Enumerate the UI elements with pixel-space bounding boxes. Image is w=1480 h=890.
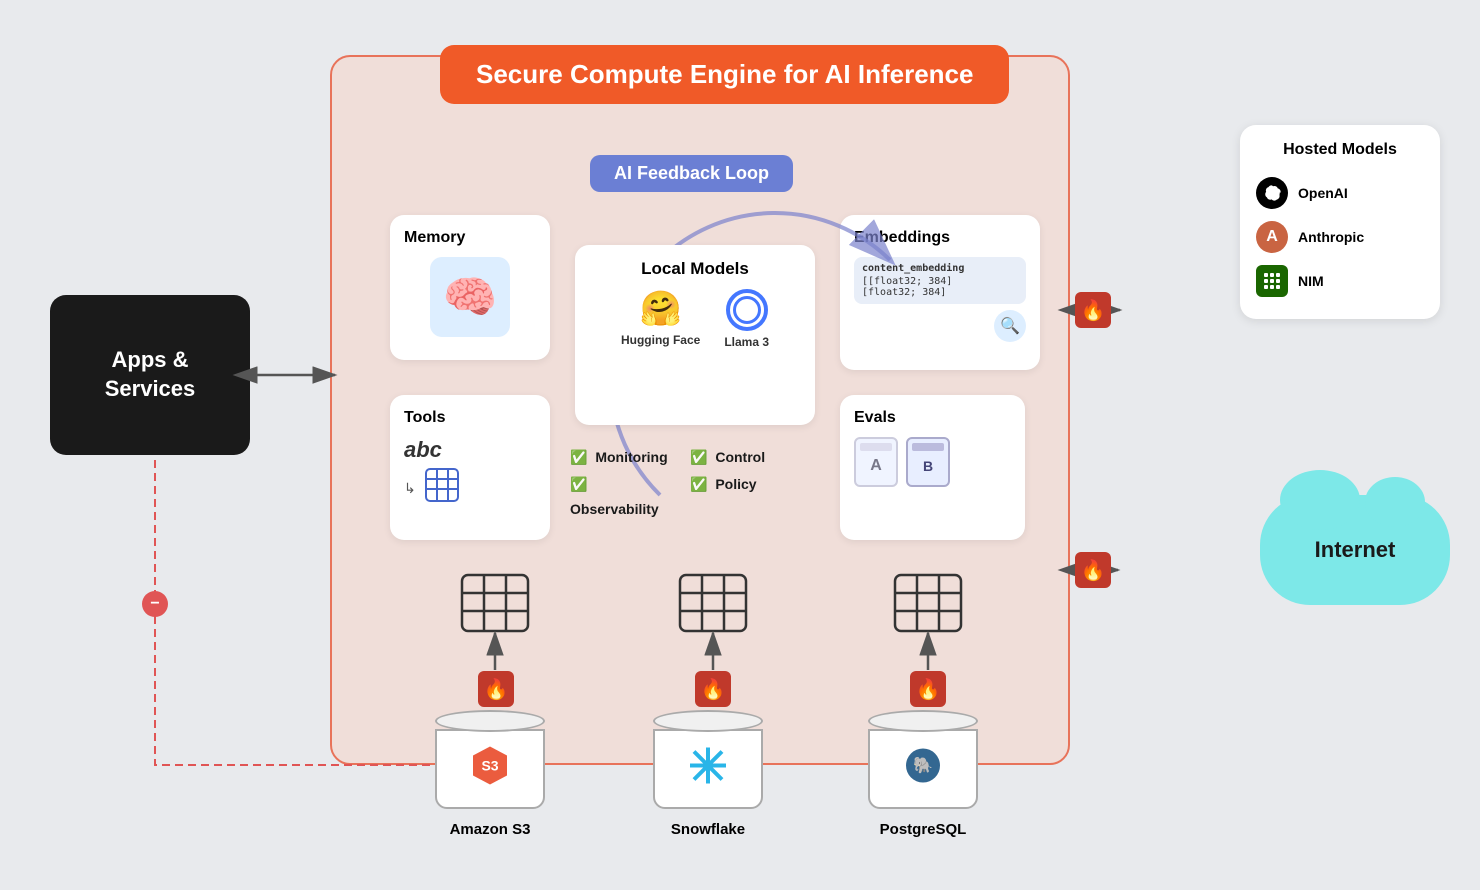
evals-title: Evals [854,409,1011,427]
evals-card: Evals A B [840,395,1025,540]
memory-card: Memory 🧠 [390,215,550,360]
anthropic-label: Anthropic [1298,229,1364,245]
cylinder-top-postgres [868,710,978,732]
features-area: ✅ Monitoring ✅ Control ✅ Observability ✅… [570,445,800,523]
hosted-models-title: Hosted Models [1256,141,1424,159]
s3-label: Amazon S3 [450,821,531,838]
llama3-label: Llama 3 [724,335,769,349]
svg-text:🐘: 🐘 [913,757,933,775]
postgres-label: PostgreSQL [880,821,967,838]
brain-icon: 🧠 [430,257,510,337]
embed-search: 🔍 [854,310,1026,342]
memory-title: Memory [404,229,536,247]
fire-icon-internet: 🔥 [1075,552,1111,588]
embeddings-title: Embeddings [854,229,1026,247]
tools-abc: abc [404,437,442,463]
grid-icon-middle [678,573,748,638]
cylinder-body-postgres: 🐘 [868,729,978,809]
local-models-title: Local Models [589,259,801,279]
huggingface-item: 🤗 Hugging Face [621,289,700,349]
snowflake-label: Snowflake [671,821,745,838]
grid-icon-right [893,573,963,638]
postgres-logo: 🐘 [904,747,942,792]
cylinder-body-s3: S3 [435,729,545,809]
snowflake-logo [688,746,728,793]
local-models-card: Local Models 🤗 Hugging Face Llama 3 [575,245,815,425]
nim-label: NIM [1298,273,1324,289]
anthropic-icon: A [1256,221,1288,253]
feedback-loop-label: AI Feedback Loop [590,155,793,192]
cylinder-postgres: 🐘 PostgreSQL [868,710,978,838]
llama3-circle [726,289,768,331]
main-title: Secure Compute Engine for AI Inference [440,45,1009,104]
nim-icon [1256,265,1288,297]
hosted-models-box: Hosted Models OpenAI A Anthropic [1240,125,1440,319]
s3-logo: S3 [469,745,511,794]
cylinder-body-snowflake [653,729,763,809]
llama3-item: Llama 3 [724,289,769,349]
cylinder-top-s3 [435,710,545,732]
huggingface-emoji: 🤗 [639,289,681,329]
internet-cloud: Internet [1260,495,1450,605]
cylinder-s3: S3 Amazon S3 [435,710,545,838]
cylinder-snowflake: Snowflake [653,710,763,838]
diagram-container: Secure Compute Engine for AI Inference A… [20,15,1460,875]
evals-content: A B [854,437,1011,487]
search-icon: 🔍 [994,310,1026,342]
feature-control: ✅ Control [690,445,800,470]
embeddings-card: Embeddings content_embedding [[float32; … [840,215,1040,370]
model-item-openai: OpenAI [1256,171,1424,215]
features-grid: ✅ Monitoring ✅ Control ✅ Observability ✅… [570,445,800,523]
block-icon: − [142,591,168,617]
grid-icon-left [460,573,530,638]
huggingface-label: Hugging Face [621,333,700,347]
embed-code: content_embedding [[float32; 384] [float… [854,257,1026,304]
model-item-anthropic: A Anthropic [1256,215,1424,259]
fire-icon-hosted: 🔥 [1075,292,1111,328]
tools-card: Tools abc ↳ [390,395,550,540]
fire-icon-left: 🔥 [478,671,514,707]
openai-label: OpenAI [1298,185,1348,201]
tools-title: Tools [404,409,536,427]
tools-table-icon [424,467,460,510]
feature-observability: ✅ Observability [570,472,680,522]
model-item-nim: NIM [1256,259,1424,303]
fire-icon-middle: 🔥 [695,671,731,707]
tools-arrow: ↳ [404,480,416,497]
feature-monitoring: ✅ Monitoring [570,445,680,470]
tools-content: abc ↳ [404,437,536,510]
openai-icon [1256,177,1288,209]
fire-icon-right: 🔥 [910,671,946,707]
feature-policy: ✅ Policy [690,472,800,522]
apps-services-box: Apps & Services [50,295,250,455]
svg-text:S3: S3 [481,758,498,774]
cylinder-top-snowflake [653,710,763,732]
local-models-icons: 🤗 Hugging Face Llama 3 [589,289,801,349]
